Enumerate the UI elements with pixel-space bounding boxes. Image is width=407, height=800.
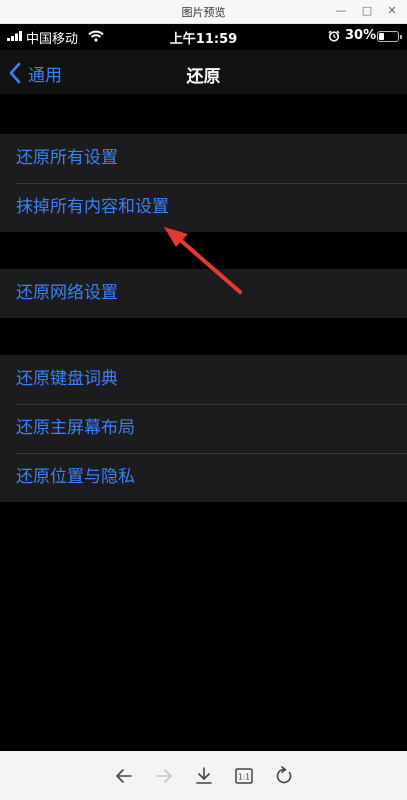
settings-group-3: 还原键盘词典 还原主屏幕布局 还原位置与隐私 xyxy=(0,355,407,502)
navigation-bar: 通用 还原 xyxy=(0,50,407,94)
reset-location-privacy-row[interactable]: 还原位置与隐私 xyxy=(0,453,407,502)
image-viewer: 图片预览 — □ ✕ 中国移动 上午11:59 30% 通用 还原 还原所有设置… xyxy=(0,0,407,800)
reset-keyboard-dictionary-row[interactable]: 还原键盘词典 xyxy=(0,355,407,404)
settings-group-1: 还原所有设置 抹掉所有内容和设置 xyxy=(0,134,407,232)
rotate-icon[interactable] xyxy=(273,765,295,787)
maximize-button[interactable]: □ xyxy=(357,2,377,20)
phone-screenshot: 中国移动 上午11:59 30% 通用 还原 还原所有设置 抹掉所有内容和设置 … xyxy=(0,24,407,751)
download-icon[interactable] xyxy=(193,765,215,787)
viewer-title-bar: 图片预览 — □ ✕ xyxy=(0,0,407,24)
reset-all-settings-row[interactable]: 还原所有设置 xyxy=(0,134,407,183)
arrow-left-icon[interactable] xyxy=(113,765,135,787)
page-title: 还原 xyxy=(186,67,221,87)
settings-group-2: 还原网络设置 xyxy=(0,269,407,318)
actual-size-icon[interactable]: 1:1 xyxy=(233,765,255,787)
actual-size-label: 1:1 xyxy=(238,773,250,782)
reset-network-settings-row[interactable]: 还原网络设置 xyxy=(0,269,407,318)
erase-all-content-row[interactable]: 抹掉所有内容和设置 xyxy=(0,183,407,232)
battery-icon xyxy=(377,31,402,42)
status-bar: 中国移动 上午11:59 30% xyxy=(0,24,407,50)
arrow-right-icon[interactable] xyxy=(153,765,175,787)
close-button[interactable]: ✕ xyxy=(382,2,402,20)
viewer-toolbar: 1:1 xyxy=(0,751,407,800)
minimize-button[interactable]: — xyxy=(331,2,351,20)
reset-home-screen-layout-row[interactable]: 还原主屏幕布局 xyxy=(0,404,407,453)
alarm-clock-icon xyxy=(328,30,340,42)
battery-percent: 30% xyxy=(345,28,377,43)
battery-level-fill xyxy=(379,33,384,40)
